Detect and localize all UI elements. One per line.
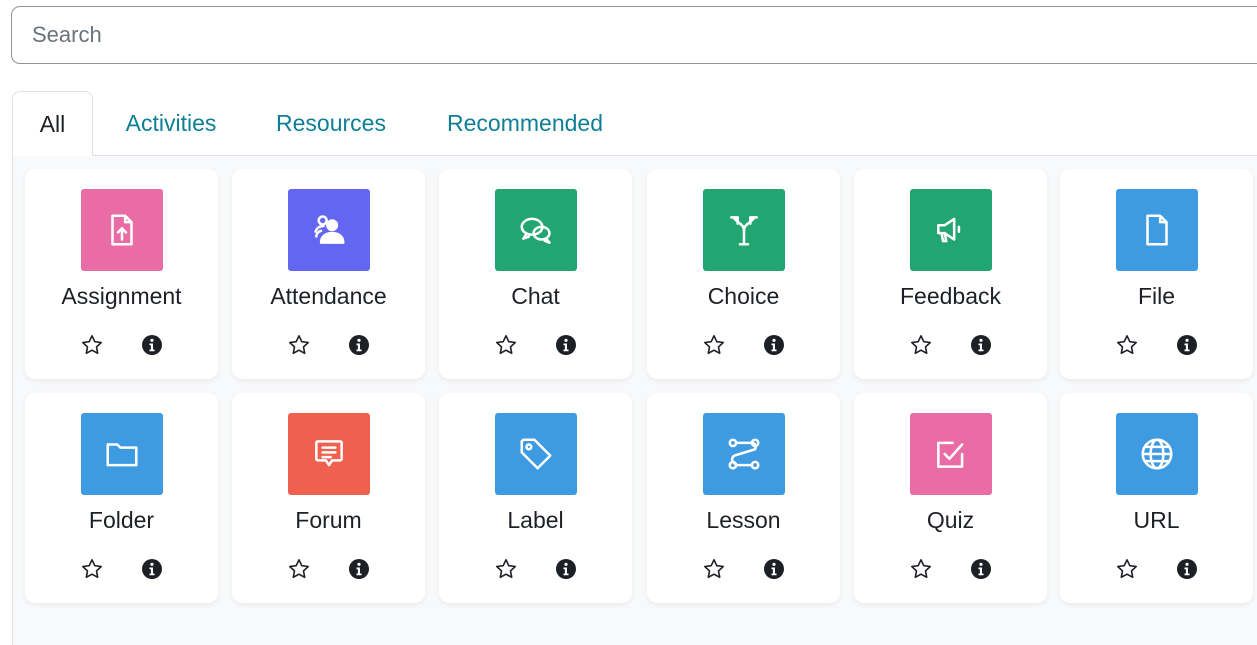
info-icon[interactable] — [139, 556, 165, 582]
info-icon[interactable] — [761, 332, 787, 358]
info-icon[interactable] — [346, 332, 372, 358]
tab-all[interactable]: All — [12, 91, 93, 156]
chat-icon — [495, 189, 577, 271]
search-input[interactable] — [12, 7, 1232, 63]
choice-icon — [703, 189, 785, 271]
module-card[interactable]: Lesson — [647, 393, 840, 603]
module-card[interactable]: Label — [439, 393, 632, 603]
module-label: URL — [1133, 507, 1180, 533]
module-label: Assignment — [61, 283, 182, 309]
module-card[interactable]: Chat — [439, 169, 632, 379]
module-card[interactable]: Forum — [232, 393, 425, 603]
info-icon[interactable] — [968, 556, 994, 582]
module-label: File — [1137, 283, 1176, 309]
star-icon[interactable] — [908, 332, 934, 358]
star-icon[interactable] — [1114, 556, 1140, 582]
file-icon — [1116, 189, 1198, 271]
info-icon[interactable] — [968, 332, 994, 358]
url-icon — [1116, 413, 1198, 495]
star-icon[interactable] — [79, 556, 105, 582]
feedback-icon — [910, 189, 992, 271]
module-card[interactable]: Assignment — [25, 169, 218, 379]
module-card[interactable]: Attendance — [232, 169, 425, 379]
info-icon[interactable] — [1174, 556, 1200, 582]
tab-resources[interactable]: Resources — [266, 91, 396, 155]
star-icon[interactable] — [493, 556, 519, 582]
module-label: Chat — [511, 283, 560, 309]
star-icon[interactable] — [701, 332, 727, 358]
quiz-icon — [910, 413, 992, 495]
module-label: Attendance — [270, 283, 387, 309]
tab-recommended[interactable]: Recommended — [432, 91, 618, 155]
module-label: Choice — [707, 283, 780, 309]
info-icon[interactable] — [1174, 332, 1200, 358]
info-icon[interactable] — [346, 556, 372, 582]
module-card[interactable]: Quiz — [854, 393, 1047, 603]
star-icon[interactable] — [286, 332, 312, 358]
module-card[interactable]: Folder — [25, 393, 218, 603]
info-icon[interactable] — [139, 332, 165, 358]
module-label: Forum — [295, 507, 362, 533]
attendance-icon — [288, 189, 370, 271]
forum-icon — [288, 413, 370, 495]
tab-bar: All Activities Resources Recommended — [12, 91, 1257, 156]
tab-activities[interactable]: Activities — [110, 91, 232, 155]
info-icon[interactable] — [553, 332, 579, 358]
module-card[interactable]: Choice — [647, 169, 840, 379]
search-box[interactable] — [11, 6, 1257, 64]
folder-icon — [81, 413, 163, 495]
module-label: Folder — [88, 507, 155, 533]
assignment-icon — [81, 189, 163, 271]
info-icon[interactable] — [761, 556, 787, 582]
star-icon[interactable] — [286, 556, 312, 582]
star-icon[interactable] — [701, 556, 727, 582]
module-card[interactable]: File — [1060, 169, 1253, 379]
lesson-icon — [703, 413, 785, 495]
module-label: Feedback — [899, 283, 1001, 309]
label-icon — [495, 413, 577, 495]
module-label: Label — [507, 507, 564, 533]
info-icon[interactable] — [553, 556, 579, 582]
star-icon[interactable] — [493, 332, 519, 358]
module-card[interactable]: URL — [1060, 393, 1253, 603]
module-label: Lesson — [706, 507, 781, 533]
module-chooser-panel: Assignment Attendance Chat Choice Feedback Fi… — [12, 155, 1257, 645]
star-icon[interactable] — [908, 556, 934, 582]
module-label: Quiz — [926, 507, 975, 533]
star-icon[interactable] — [79, 332, 105, 358]
module-card[interactable]: Feedback — [854, 169, 1047, 379]
star-icon[interactable] — [1114, 332, 1140, 358]
